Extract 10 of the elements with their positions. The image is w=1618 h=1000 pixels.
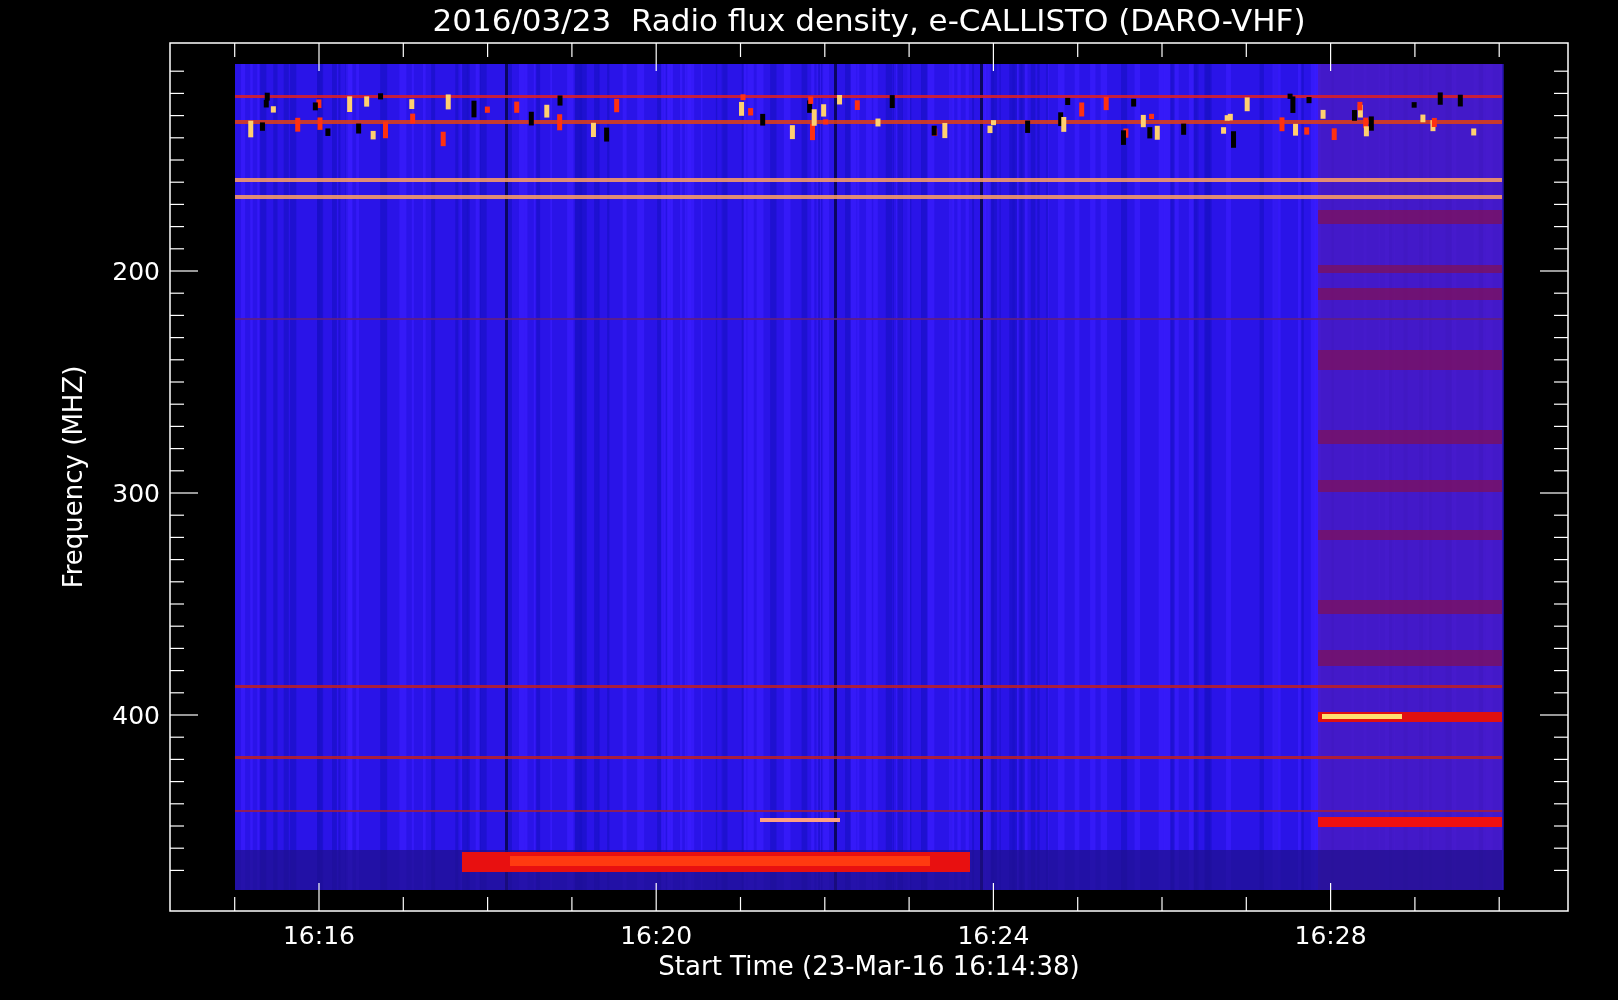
tick-label: 400 bbox=[112, 701, 160, 730]
axis-title: Frequency (MHZ) bbox=[58, 365, 88, 589]
tick-label: 200 bbox=[112, 257, 160, 286]
tick-label: 16:28 bbox=[1294, 921, 1367, 950]
tick-label: 16:16 bbox=[283, 921, 355, 950]
tick-label: 16:24 bbox=[957, 921, 1030, 950]
chart-title: 2016/03/23 Radio flux density, e-CALLISTO (DARO-VHF) bbox=[432, 2, 1306, 38]
axis-title: Start Time (23-Mar-16 16:14:38) bbox=[658, 951, 1080, 981]
tick-label: 16:20 bbox=[620, 921, 693, 950]
tick-label: 300 bbox=[112, 479, 160, 508]
